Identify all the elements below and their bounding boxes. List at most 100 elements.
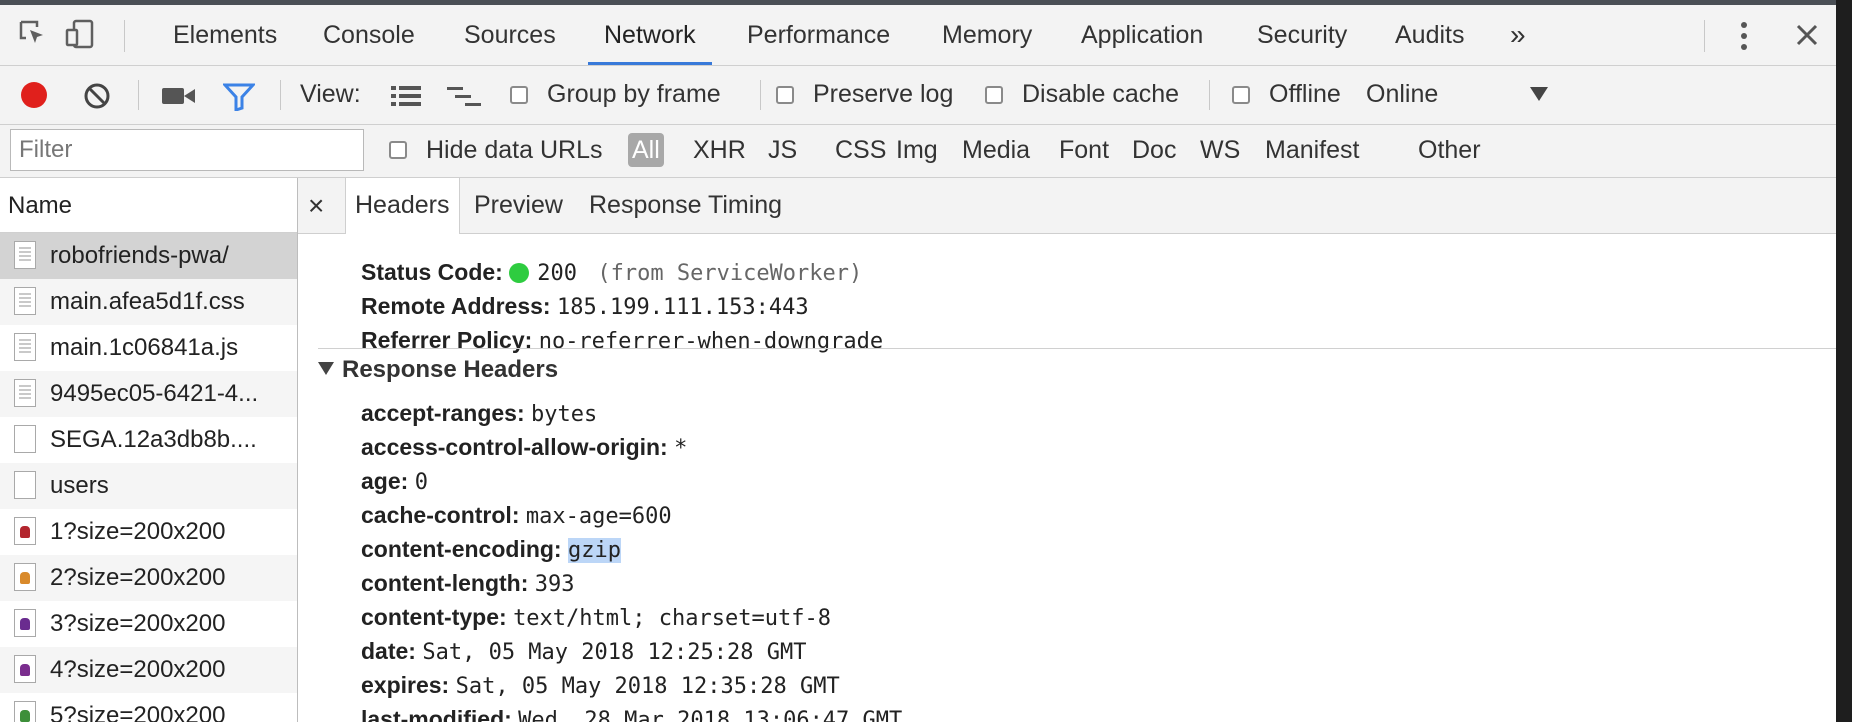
blank-file-icon	[14, 471, 36, 499]
request-name: 2?size=200x200	[50, 564, 226, 591]
robot-image-icon	[14, 563, 36, 591]
robot-image-fill	[20, 572, 30, 584]
request-row[interactable]: main.1c06841a.js	[0, 325, 297, 371]
robot-image-fill	[20, 526, 30, 538]
tab-network[interactable]: Network	[588, 5, 712, 65]
filter-type-xhr[interactable]: XHR	[693, 133, 746, 167]
inspect-element-icon[interactable]	[18, 19, 48, 54]
large-rows-icon[interactable]	[391, 85, 421, 112]
separator	[280, 80, 281, 110]
request-name: 3?size=200x200	[50, 610, 226, 637]
preserve-log-label: Preserve log	[813, 80, 954, 108]
tab-audits[interactable]: Audits	[1395, 5, 1464, 65]
header-key: Referrer Policy:	[361, 327, 533, 353]
waterfall-icon[interactable]	[447, 86, 483, 113]
response-header-row: content-length: 393	[361, 566, 575, 600]
filter-type-font[interactable]: Font	[1059, 133, 1109, 167]
header-value: bytes	[531, 402, 598, 427]
request-name: main.afea5d1f.css	[50, 288, 245, 315]
detail-tab-response[interactable]: Response	[589, 178, 702, 233]
filter-type-other[interactable]: Other	[1418, 133, 1481, 167]
request-row[interactable]: robofriends-pwa/	[0, 233, 297, 279]
request-name: 9495ec05-6421-4...	[50, 380, 259, 407]
tab-console[interactable]: Console	[323, 5, 415, 65]
status-note: (from ServiceWorker)	[597, 261, 863, 286]
header-key: Remote Address:	[361, 293, 551, 319]
header-key: expires:	[361, 672, 450, 698]
detail-tab-preview[interactable]: Preview	[474, 178, 563, 233]
general-header-row: Status Code: 200 (from ServiceWorker)	[361, 255, 862, 289]
close-devtools-icon[interactable]	[1795, 23, 1819, 52]
request-row[interactable]: 3?size=200x200	[0, 601, 297, 647]
filter-type-doc[interactable]: Doc	[1132, 133, 1176, 167]
tab-security[interactable]: Security	[1257, 5, 1347, 65]
tab-sources[interactable]: Sources	[464, 5, 556, 65]
tab-memory[interactable]: Memory	[942, 5, 1032, 65]
header-value: Wed, 28 Mar 2018 13:06:47 GMT	[518, 708, 903, 722]
header-value: *	[674, 436, 688, 461]
group-by-frame-label: Group by frame	[547, 80, 721, 108]
filter-type-ws[interactable]: WS	[1200, 133, 1240, 167]
record-icon[interactable]	[19, 80, 49, 115]
general-header-row: Remote Address: 185.199.111.153:443	[361, 289, 809, 323]
name-column-header[interactable]: Name	[0, 178, 297, 233]
disable-cache-label: Disable cache	[1022, 80, 1180, 108]
separator	[1704, 20, 1705, 52]
request-row[interactable]: 4?size=200x200	[0, 647, 297, 693]
disable-cache-checkbox[interactable]	[985, 86, 1003, 104]
robot-image-fill	[20, 618, 30, 630]
filter-type-manifest[interactable]: Manifest	[1265, 133, 1359, 167]
filter-type-all[interactable]: All	[628, 133, 664, 167]
header-key: content-encoding:	[361, 536, 562, 562]
tab-elements[interactable]: Elements	[173, 5, 277, 65]
response-header-row: content-type: text/html; charset=utf-8	[361, 600, 831, 634]
throttling-select[interactable]: Online	[1366, 80, 1438, 109]
filter-icon[interactable]	[221, 83, 257, 116]
view-label: View:	[300, 80, 361, 108]
clear-icon[interactable]	[82, 81, 112, 116]
network-toolbar: View: Group by frame Preserve log Disabl…	[0, 66, 1836, 125]
header-key: accept-ranges:	[361, 400, 525, 426]
request-name: 1?size=200x200	[50, 518, 226, 545]
detail-tab-timing[interactable]: Timing	[708, 178, 782, 233]
preserve-log-checkbox[interactable]	[776, 86, 794, 104]
request-row[interactable]: 1?size=200x200	[0, 509, 297, 555]
more-tabs-button[interactable]: »	[1510, 5, 1526, 65]
request-row[interactable]: main.afea5d1f.css	[0, 279, 297, 325]
request-name: users	[50, 472, 109, 499]
group-by-frame-checkbox[interactable]	[510, 86, 528, 104]
request-row[interactable]: 2?size=200x200	[0, 555, 297, 601]
header-value: Sat, 05 May 2018 12:35:28 GMT	[455, 674, 840, 699]
triangle-down-icon	[318, 362, 334, 375]
filter-input[interactable]	[10, 129, 364, 171]
response-header-row: last-modified: Wed, 28 Mar 2018 13:06:47…	[361, 702, 902, 722]
filter-type-img[interactable]: Img	[896, 133, 938, 167]
device-toolbar-icon[interactable]	[64, 18, 96, 55]
tab-performance[interactable]: Performance	[747, 5, 890, 65]
filter-type-js[interactable]: JS	[768, 133, 797, 167]
kebab-menu-icon[interactable]	[1738, 21, 1750, 56]
header-key: age:	[361, 468, 409, 494]
tab-application[interactable]: Application	[1081, 5, 1203, 65]
filter-type-media[interactable]: Media	[962, 133, 1030, 167]
response-headers-section[interactable]: Response Headers	[318, 356, 558, 384]
request-row[interactable]: users	[0, 463, 297, 509]
doc-icon	[14, 379, 36, 407]
request-name: 4?size=200x200	[50, 656, 226, 683]
filter-type-css[interactable]: CSS	[835, 133, 886, 167]
hide-data-urls-checkbox[interactable]	[389, 141, 407, 159]
detail-tab-bar: × Headers Preview Response Timing	[298, 178, 1836, 234]
response-header-row: date: Sat, 05 May 2018 12:25:28 GMT	[361, 634, 806, 668]
request-row[interactable]: 9495ec05-6421-4...	[0, 371, 297, 417]
detail-tab-headers[interactable]: Headers	[345, 178, 460, 234]
close-detail-button[interactable]: ×	[308, 178, 324, 233]
header-value: 185.199.111.153:443	[556, 295, 809, 320]
chevron-down-icon[interactable]	[1530, 87, 1548, 106]
doc-icon	[14, 241, 36, 269]
screenshot-camera-icon[interactable]	[162, 85, 196, 112]
request-row[interactable]: 5?size=200x200	[0, 693, 297, 722]
robot-image-icon	[14, 701, 36, 722]
offline-checkbox[interactable]	[1232, 86, 1250, 104]
doc-icon	[14, 287, 36, 315]
request-row[interactable]: SEGA.12a3db8b....	[0, 417, 297, 463]
